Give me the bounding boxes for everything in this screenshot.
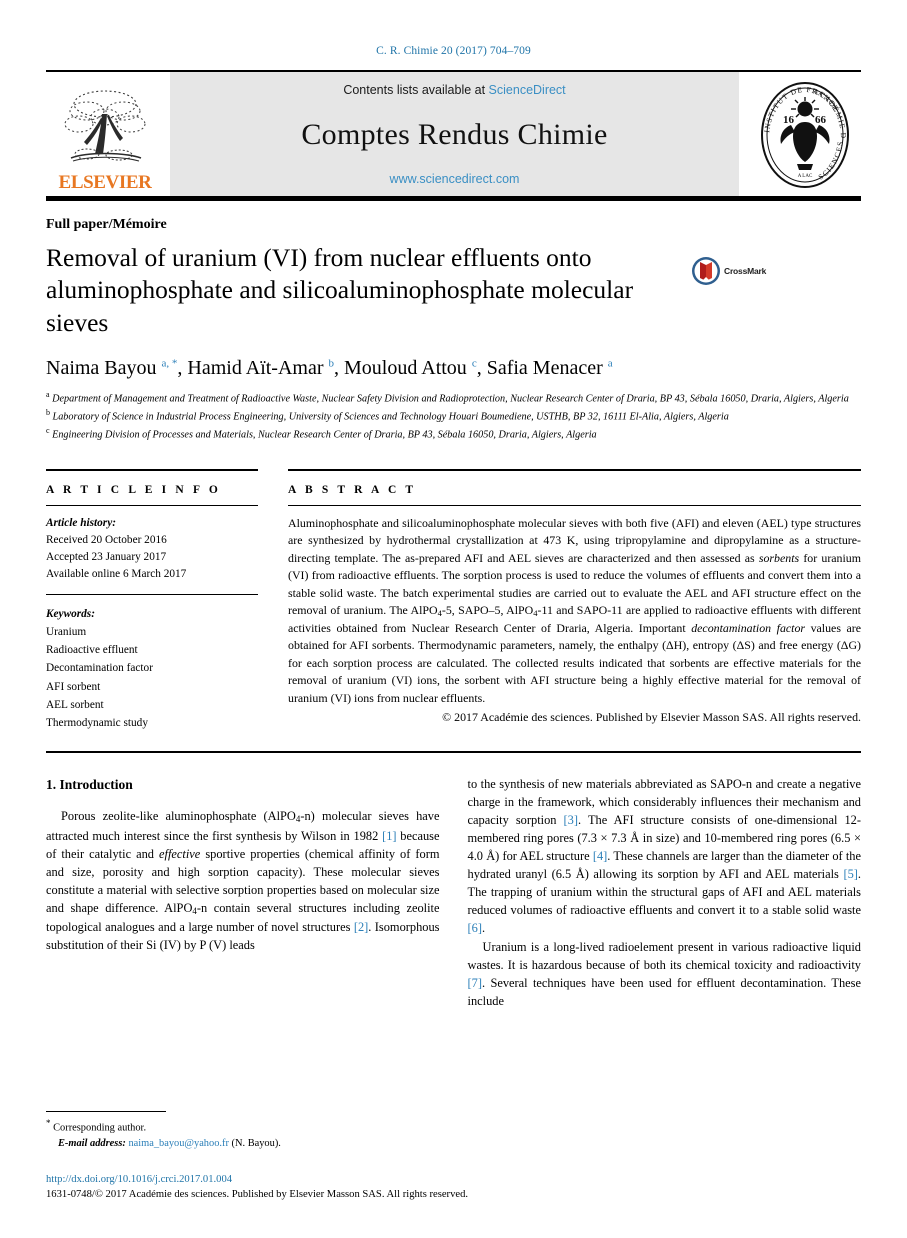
corresponding-author-footnote: * Corresponding author. E-mail address: … [46, 1111, 431, 1152]
affiliation-text-b: Laboratory of Science in Industrial Proc… [52, 411, 729, 423]
contents-line: Contents lists available at ScienceDirec… [343, 83, 565, 97]
email-owner: (N. Bayou). [231, 1138, 281, 1150]
abstract-heading: A B S T R A C T [288, 483, 417, 496]
affiliation-marker-a: a [46, 390, 50, 400]
keyword-item: AEL sorbent [46, 698, 104, 711]
intro-paragraph-right-continued: to the synthesis of new materials abbrev… [467, 776, 862, 936]
article-info-heading: A R T I C L E I N F O [46, 483, 221, 496]
seal-year-right: 66 [815, 114, 827, 126]
title-row: Removal of uranium (VI) from nuclear eff… [46, 242, 861, 339]
journal-title: Comptes Rendus Chimie [301, 117, 608, 151]
history-online: Available online 6 March 2017 [46, 567, 187, 580]
affiliation-list: a Department of Management and Treatment… [46, 389, 861, 443]
seal-year-left: 16 [783, 114, 795, 126]
affiliation-text-a: Department of Management and Treatment o… [52, 393, 849, 405]
history-accepted: Accepted 23 January 2017 [46, 550, 167, 563]
affiliation-c: c Engineering Division of Processes and … [46, 425, 861, 443]
elsevier-tree-icon [64, 90, 146, 162]
doi-link[interactable]: http://dx.doi.org/10.1016/j.crci.2017.01… [46, 1172, 746, 1187]
crossmark-label: CrossMark [724, 266, 767, 276]
intro-paragraph-right-2: Uranium is a long-lived radioelement pre… [467, 939, 862, 1008]
article-body: 1. Introduction Porous zeolite-like alum… [46, 775, 861, 1010]
corresponding-author-marker: * [46, 1118, 51, 1129]
email-line: E-mail address: naima_bayou@yahoo.fr (N.… [46, 1136, 431, 1152]
crossmark-icon [692, 257, 720, 285]
keyword-item: Thermodynamic study [46, 717, 148, 730]
page-title: Removal of uranium (VI) from nuclear eff… [46, 243, 634, 337]
elsevier-wordmark: ELSEVIER [58, 172, 152, 193]
institut-de-france-seal-icon: INSTITUT DE FRANCE ACADÉMIE DES SCIENCES [753, 78, 849, 188]
affiliation-text-c: Engineering Division of Processes and Ma… [52, 429, 597, 441]
footnote-rule [46, 1111, 166, 1113]
abstract-copyright: © 2017 Académie des sciences. Published … [442, 710, 861, 725]
academie-des-sciences-seal: INSTITUT DE FRANCE ACADÉMIE DES SCIENCES [749, 72, 861, 196]
crossmark-badge[interactable]: CrossMark [691, 242, 766, 286]
abstract-column: A B S T R A C T Aluminophosphate and sil… [288, 468, 862, 733]
keyword-item: AFI sorbent [46, 680, 101, 693]
page-footer: http://dx.doi.org/10.1016/j.crci.2017.01… [46, 1172, 746, 1202]
info-abstract-region: A R T I C L E I N F O Article history: R… [46, 468, 862, 733]
corresponding-author-text: Corresponding author. [53, 1122, 147, 1134]
body-separator-rule [46, 750, 861, 753]
article-type-kicker: Full paper/Mémoire [46, 217, 167, 232]
contents-prefix: Contents lists available at [343, 83, 489, 97]
email-label: E-mail address: [58, 1138, 126, 1150]
intro-paragraph-left: Porous zeolite-like aluminophosphate (Al… [46, 809, 440, 953]
article-info-column: A R T I C L E I N F O Article history: R… [46, 468, 258, 733]
journal-banner: Contents lists available at ScienceDirec… [170, 72, 739, 196]
journal-website-link[interactable]: www.sciencedirect.com [390, 172, 520, 186]
keyword-item: Uranium [46, 625, 87, 638]
abstract-text: Aluminophosphate and silicoaluminophosph… [288, 515, 862, 705]
article-history-label: Article history: [46, 516, 116, 529]
elsevier-logo: ELSEVIER [46, 72, 164, 196]
body-column-left: 1. Introduction Porous zeolite-like alum… [46, 775, 440, 1010]
email-link[interactable]: naima_bayou@yahoo.fr [128, 1138, 228, 1149]
running-head: C. R. Chimie 20 (2017) 704–709 [376, 45, 531, 57]
keyword-item: Decontamination factor [46, 662, 153, 675]
body-column-right: to the synthesis of new materials abbrev… [468, 775, 862, 1010]
author-list: Naima Bayou a, *, Hamid Aït-Amar b, Moul… [46, 357, 613, 380]
article-history-block: Article history: Received 20 October 201… [46, 506, 258, 583]
masthead-bottom-rule [46, 196, 861, 201]
issn-copyright-line: 1631-0748/© 2017 Académie des sciences. … [46, 1188, 469, 1200]
affiliation-marker-c: c [46, 425, 50, 435]
keywords-label: Keywords: [46, 607, 95, 620]
affiliation-marker-b: b [46, 408, 50, 417]
journal-masthead: ELSEVIER Contents lists available at Sci… [46, 72, 861, 196]
sciencedirect-link[interactable]: ScienceDirect [489, 83, 566, 97]
affiliation-a: a Department of Management and Treatment… [46, 389, 861, 407]
corresponding-author-line: * Corresponding author. [46, 1117, 431, 1136]
keywords-block: Keywords: Uranium Radioactive effluent D… [46, 595, 258, 733]
affiliation-b: b Laboratory of Science in Industrial Pr… [46, 407, 861, 425]
keyword-item: Radioactive effluent [46, 644, 138, 657]
section-heading-introduction: 1. Introduction [46, 776, 133, 792]
article-page: C. R. Chimie 20 (2017) 704–709 ELSEVIER … [0, 0, 907, 1238]
history-received: Received 20 October 2016 [46, 533, 167, 546]
svg-text:A LAC: A LAC [798, 174, 813, 179]
svg-text:SCIENCES: SCIENCES [817, 140, 845, 182]
